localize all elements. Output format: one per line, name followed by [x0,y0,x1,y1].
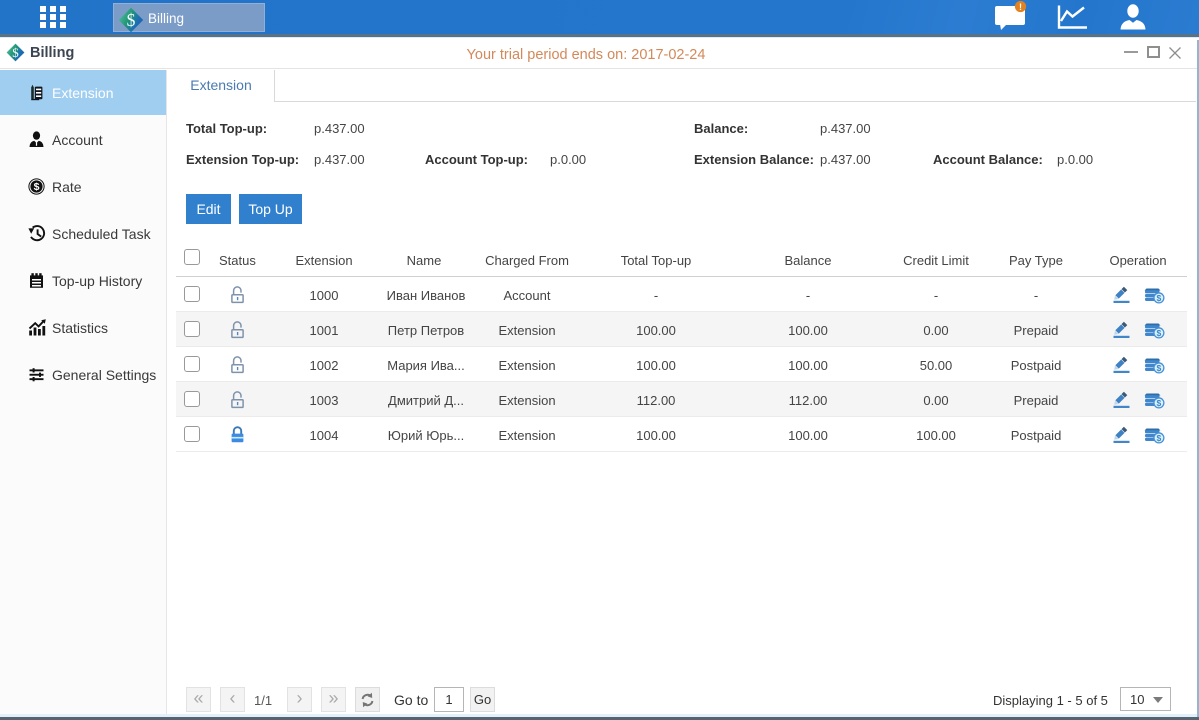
svg-text:$: $ [1157,433,1162,443]
svg-text:$: $ [12,45,19,60]
svg-text:!: ! [1019,2,1022,12]
svg-text:$: $ [1157,328,1162,338]
svg-text:$: $ [34,181,40,193]
svg-text:$: $ [1157,293,1162,303]
svg-text:$: $ [1157,363,1162,373]
svg-text:$: $ [127,10,136,30]
svg-text:$: $ [1157,398,1162,408]
